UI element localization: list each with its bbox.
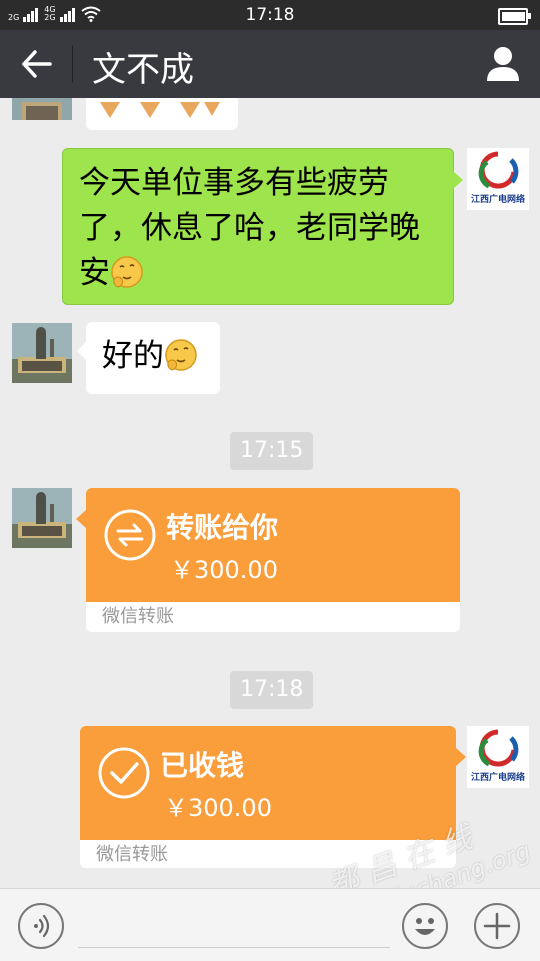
more-options-button[interactable]: [474, 903, 520, 949]
status-bar: 2G 4G 2G 17:18: [0, 0, 540, 30]
bubble-tail: [456, 748, 466, 766]
statue-photo-icon: [12, 488, 72, 548]
transfer-title: 转账给你: [166, 511, 279, 544]
transfer-card-incoming[interactable]: 转账给你 ￥300.00 微信转账: [86, 488, 460, 632]
back-arrow-icon[interactable]: [20, 48, 54, 80]
received-message-bubble[interactable]: 好的: [77, 322, 220, 394]
smiley-icon: [415, 918, 435, 935]
title-bar: 文不成: [0, 30, 540, 98]
chat-title: 文不成: [92, 50, 194, 90]
contact-avatar[interactable]: [12, 323, 72, 383]
thinking-emoji-icon: [111, 256, 143, 288]
timestamp-label: 17:15: [230, 432, 314, 470]
thinking-emoji-icon: [165, 339, 197, 371]
flower-emoji-icon: [100, 102, 220, 118]
sent-message-bubble[interactable]: 今天单位事多有些疲劳了，休息了哈，老同学晚安: [62, 148, 463, 305]
statue-photo-icon: [12, 323, 72, 383]
bubble-tail: [76, 510, 86, 528]
transfer-amount: ￥300.00: [170, 556, 278, 584]
transfer-exchange-icon: [104, 509, 156, 561]
input-bar: [0, 888, 540, 961]
check-circle-icon: [98, 747, 150, 799]
status-time: 17:18: [245, 5, 295, 25]
user-profile-icon[interactable]: [486, 46, 520, 82]
voice-input-button[interactable]: [18, 903, 64, 949]
previous-message-bubble: [86, 98, 238, 130]
title-divider: [72, 46, 73, 82]
transfer-footer: 微信转账: [102, 606, 174, 627]
self-avatar[interactable]: 江西广电网络: [467, 726, 529, 788]
transfer-card-header: 已收钱 ￥300.00: [80, 726, 456, 840]
emoji-button[interactable]: [402, 903, 448, 949]
contact-avatar[interactable]: [12, 98, 72, 120]
transfer-card-header: 转账给你 ￥300.00: [86, 488, 460, 602]
timestamp-label: 17:18: [230, 671, 314, 709]
message-input[interactable]: [78, 947, 390, 948]
battery-icon: [498, 8, 531, 25]
plus-icon: [483, 912, 511, 940]
transfer-amount: ￥300.00: [164, 794, 272, 822]
self-avatar[interactable]: 江西广电网络: [467, 148, 529, 210]
self-avatar-caption: 江西广电网络: [470, 195, 525, 205]
voice-icon: [34, 914, 50, 938]
message-text: 好的: [102, 338, 164, 374]
transfer-title: 已收钱: [160, 749, 245, 782]
self-avatar-caption: 江西广电网络: [470, 773, 525, 783]
contact-avatar[interactable]: [12, 488, 72, 548]
